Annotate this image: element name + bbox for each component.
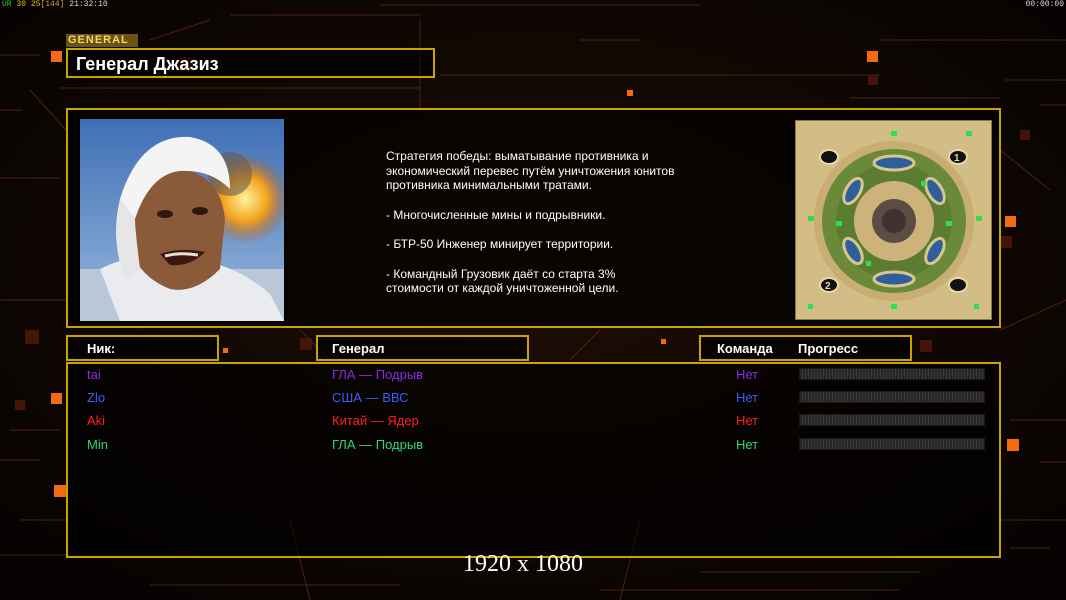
hud-clock: 21:32:10 [69, 0, 108, 9]
player-nick: Aki [87, 413, 106, 428]
player-nick: tai [87, 367, 101, 382]
player-row: tai ГЛА — Подрыв Нет [68, 365, 999, 385]
strategy-point-mines: - Многочисленные мины и подрывники. [386, 207, 606, 222]
player-nick: Zlo [87, 390, 106, 405]
general-name: Генерал Джазиз [76, 54, 219, 74]
column-general-label: Генерал [332, 341, 385, 356]
general-title-box: Генерал Джазиз [66, 48, 435, 78]
player-row: Zlo США — ВВС Нет [68, 388, 999, 408]
column-progress-label: Прогресс [798, 341, 859, 356]
player-progress-bar [799, 438, 985, 450]
strategy-point-btr: - БТР-50 Инженер минирует территории. [386, 237, 614, 251]
player-team: Нет [736, 437, 759, 452]
player-progress-bar [799, 414, 985, 426]
map-image: 1 2 [796, 121, 991, 319]
column-team-label: Команда [717, 341, 773, 356]
column-header-general: Генерал [316, 335, 529, 361]
start-position-1: 1 [954, 153, 960, 164]
general-portrait [80, 119, 284, 321]
general-info-panel: Стратегия победы: выматывание противника… [66, 108, 1001, 328]
player-team: Нет [736, 413, 759, 428]
column-header-team-progress: Команда Прогресс [699, 335, 912, 361]
strategy-summary: Стратегия победы: выматывание противника… [386, 149, 675, 192]
resolution-overlay: 1920 x 1080 [463, 551, 583, 577]
general-tag: GENERAL [66, 34, 138, 47]
column-nick-label: Ник: [87, 341, 116, 356]
map-preview: 1 2 [795, 120, 992, 320]
hud-value-a: 30 [16, 0, 27, 9]
portrait-image [80, 119, 284, 321]
hud-status-left: UR 30 25[144] 21:32:10 [2, 0, 108, 9]
player-general: Китай — Ядер [332, 413, 419, 428]
player-general: ГЛА — Подрыв [332, 367, 424, 382]
start-position-2: 2 [825, 281, 831, 292]
player-general: ГЛА — Подрыв [332, 437, 424, 452]
player-row: Min ГЛА — Подрыв Нет [68, 435, 999, 455]
hud-ur-label: UR [2, 0, 12, 9]
player-progress-bar [799, 391, 985, 403]
player-team: Нет [736, 390, 759, 405]
strategy-point-truck: - Командный Грузовик даёт со старта 3% с… [386, 266, 619, 296]
hud-timer: 00:00:00 [1025, 0, 1064, 9]
players-list: tai ГЛА — Подрыв Нет Zlo США — ВВС Нет A… [66, 362, 1001, 558]
strategy-description: Стратегия победы: выматывание противника… [386, 149, 776, 296]
player-general: США — ВВС [332, 390, 409, 405]
hud-value-b: 25 [30, 0, 41, 9]
player-team: Нет [736, 367, 759, 382]
player-nick: Min [87, 437, 108, 452]
player-progress-bar [799, 368, 985, 380]
column-header-nick: Ник: [66, 335, 219, 361]
hud-value-c: [144] [40, 0, 65, 9]
player-row: Aki Китай — Ядер Нет [68, 411, 999, 431]
